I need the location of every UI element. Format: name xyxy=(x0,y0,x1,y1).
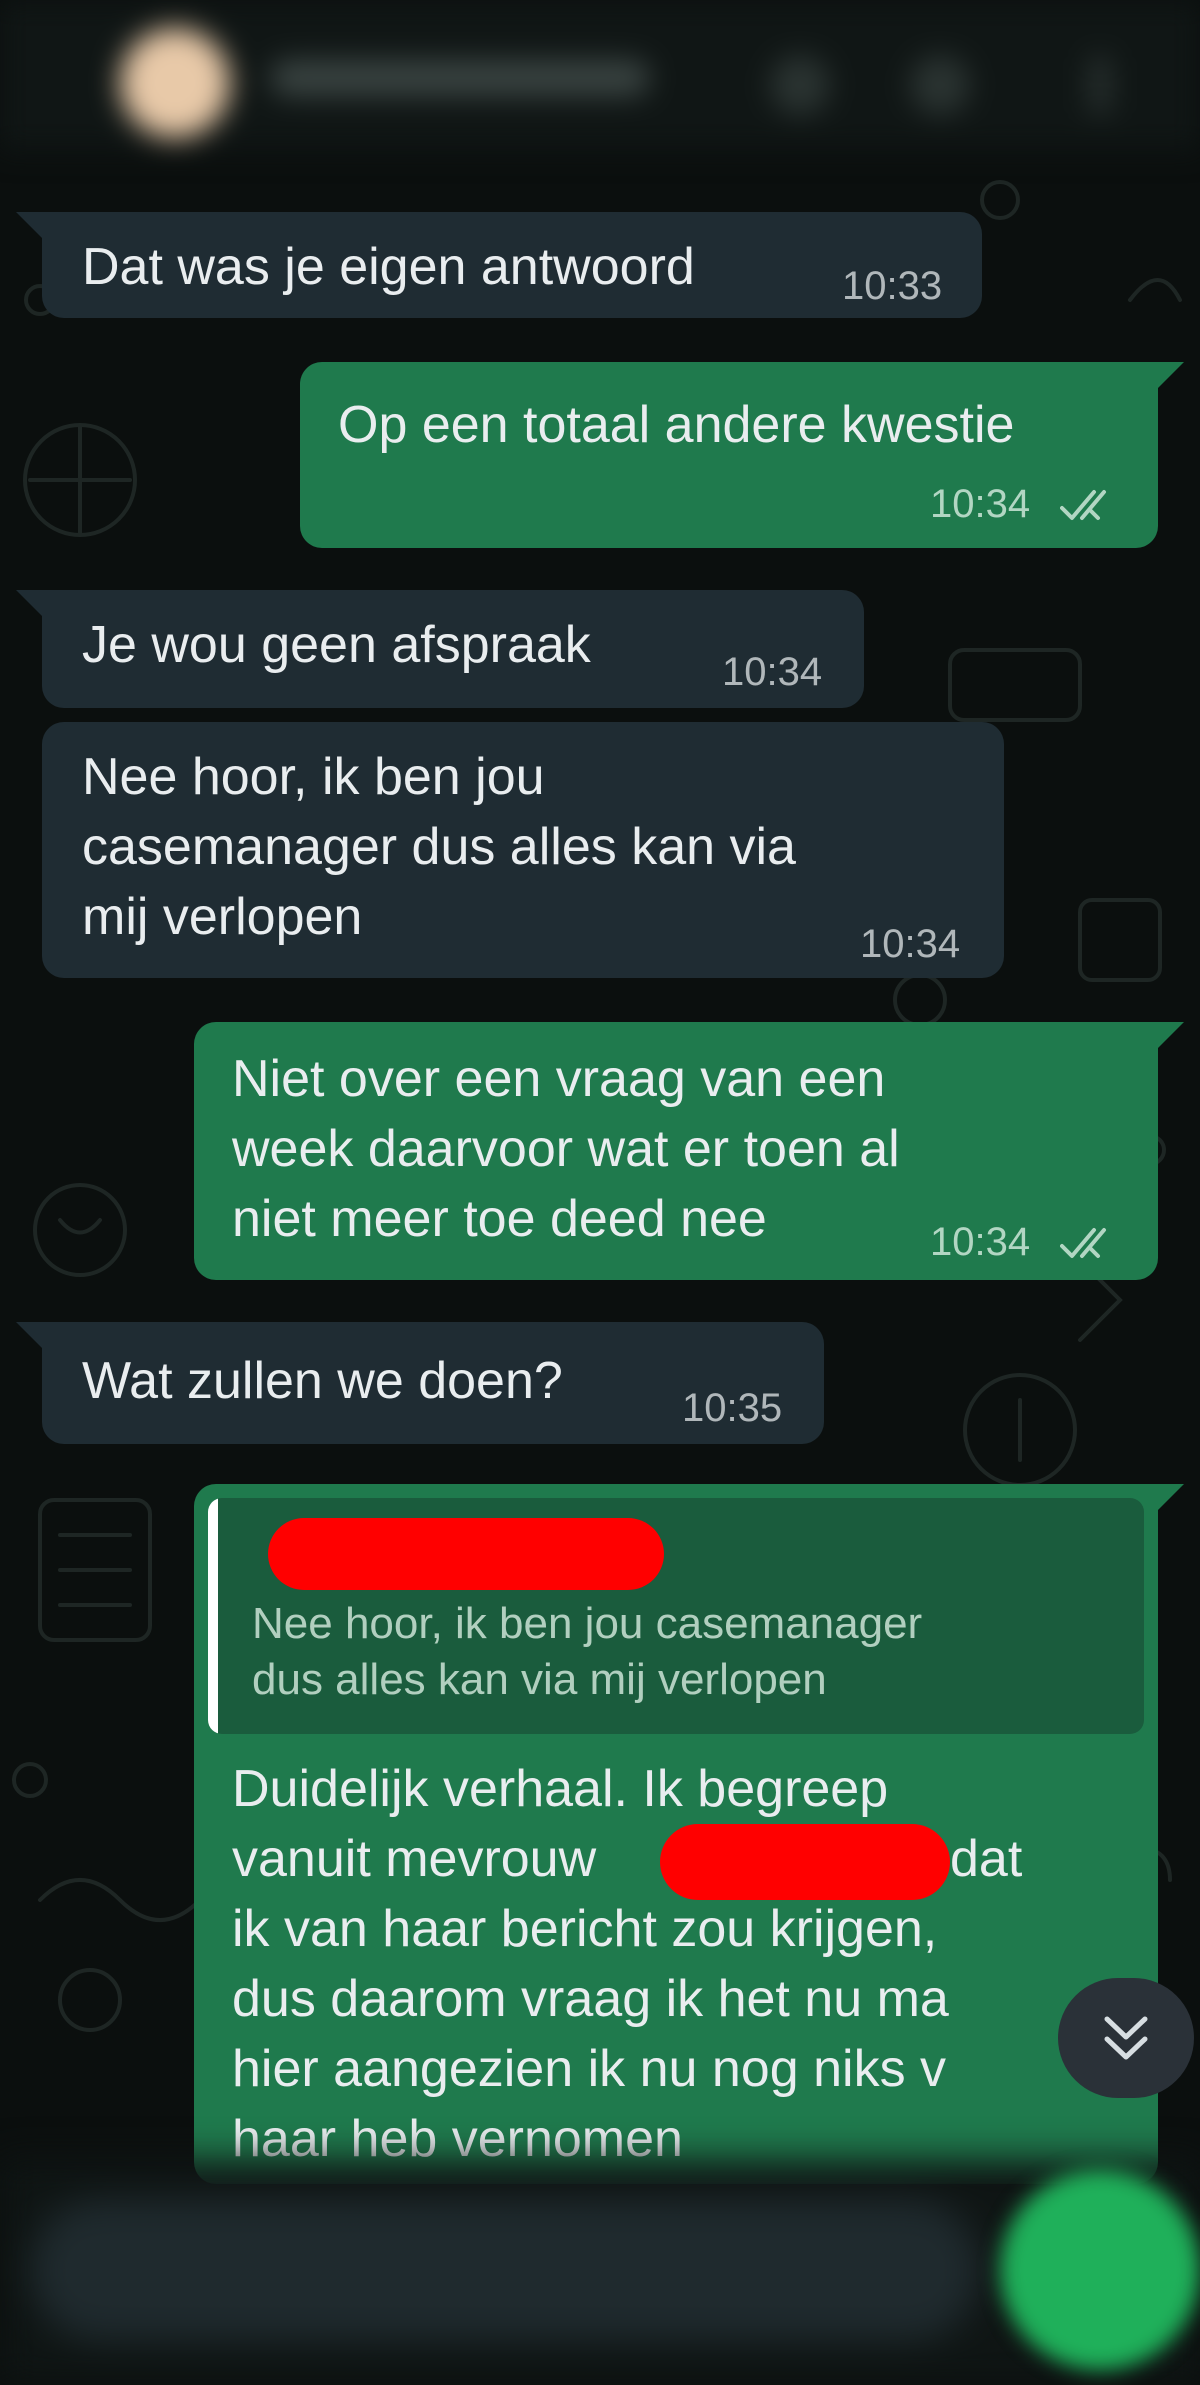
message-input[interactable] xyxy=(30,2200,980,2340)
message-text-line: Nee hoor, ik ben jou xyxy=(82,748,545,806)
mic-button[interactable] xyxy=(1000,2170,1200,2370)
message-text: Op een totaal andere kwestie xyxy=(338,396,1015,454)
message-text: Je wou geen afspraak xyxy=(82,616,591,674)
quoted-text-line: Nee hoor, ik ben jou casemanager xyxy=(252,1599,923,1648)
video-call-icon[interactable] xyxy=(770,55,830,115)
message-text-fragment: dat xyxy=(950,1830,1023,1888)
message-time: 10:34 xyxy=(722,650,823,694)
bubble-tail xyxy=(1158,1022,1184,1048)
quoted-text-line: dus alles kan via mij verlopen xyxy=(252,1655,827,1704)
message-time: 10:34 xyxy=(860,922,961,966)
phone-call-icon[interactable] xyxy=(910,55,970,115)
double-check-icon xyxy=(1060,1228,1106,1258)
redacted-name xyxy=(660,1824,950,1900)
message-time: 10:35 xyxy=(682,1386,783,1430)
message-text-line: mij verlopen xyxy=(82,888,363,946)
message-text-line: Niet over een vraag van een xyxy=(232,1050,886,1108)
chat-header xyxy=(0,0,1200,150)
message-text: Dat was je eigen antwoord xyxy=(82,238,695,296)
bubble-tail xyxy=(16,1322,42,1348)
double-chevron-down-icon xyxy=(1104,2016,1148,2060)
message-text-line: niet meer toe deed nee xyxy=(232,1190,767,1248)
message-incoming[interactable]: Wat zullen we doen? 10:35 xyxy=(16,1322,824,1444)
message-incoming[interactable]: Je wou geen afspraak 10:34 xyxy=(16,590,864,708)
message-text-line: casemanager dus alles kan via xyxy=(82,818,796,876)
message-text-line: hier aangezien ik nu nog niks v xyxy=(232,2040,947,2098)
bubble-tail xyxy=(16,590,42,616)
menu-icon[interactable] xyxy=(1090,55,1110,115)
message-text-line: dus daarom vraag ik het nu ma xyxy=(232,1970,949,2028)
message-text-line: Duidelijk verhaal. Ik begreep xyxy=(232,1760,889,1818)
message-time: 10:33 xyxy=(842,264,943,308)
bubble-tail xyxy=(16,212,42,238)
contact-name-blurred[interactable] xyxy=(270,60,650,96)
scroll-to-bottom-button[interactable] xyxy=(1058,1978,1194,2098)
bubble-tail xyxy=(1158,362,1184,388)
message-time: 10:34 xyxy=(930,482,1031,526)
quote-accent-bar xyxy=(208,1498,218,1734)
double-check-icon xyxy=(1060,490,1106,520)
message-incoming[interactable]: Dat was je eigen antwoord 10:33 xyxy=(16,212,982,318)
message-text: Wat zullen we doen? xyxy=(82,1352,563,1410)
message-outgoing[interactable]: Op een totaal andere kwestie 10:34 xyxy=(300,362,1184,548)
message-incoming[interactable]: Nee hoor, ik ben jou casemanager dus all… xyxy=(42,722,1004,978)
quoted-message[interactable]: Nee hoor, ik ben jou casemanager dus all… xyxy=(208,1498,1144,1734)
message-outgoing-reply[interactable]: Nee hoor, ik ben jou casemanager dus all… xyxy=(194,1484,1184,2184)
redacted-sender-name xyxy=(268,1518,664,1590)
message-text-line: vanuit mevrouw xyxy=(232,1830,597,1888)
bubble-tail xyxy=(1158,1484,1184,1510)
contact-avatar[interactable] xyxy=(120,28,230,138)
message-outgoing[interactable]: Niet over een vraag van een week daarvoo… xyxy=(194,1022,1184,1280)
message-text-line: ik van haar bericht zou krijgen, xyxy=(232,1900,938,1958)
message-text-line: week daarvoor wat er toen al xyxy=(232,1120,900,1178)
message-time: 10:34 xyxy=(930,1220,1031,1264)
